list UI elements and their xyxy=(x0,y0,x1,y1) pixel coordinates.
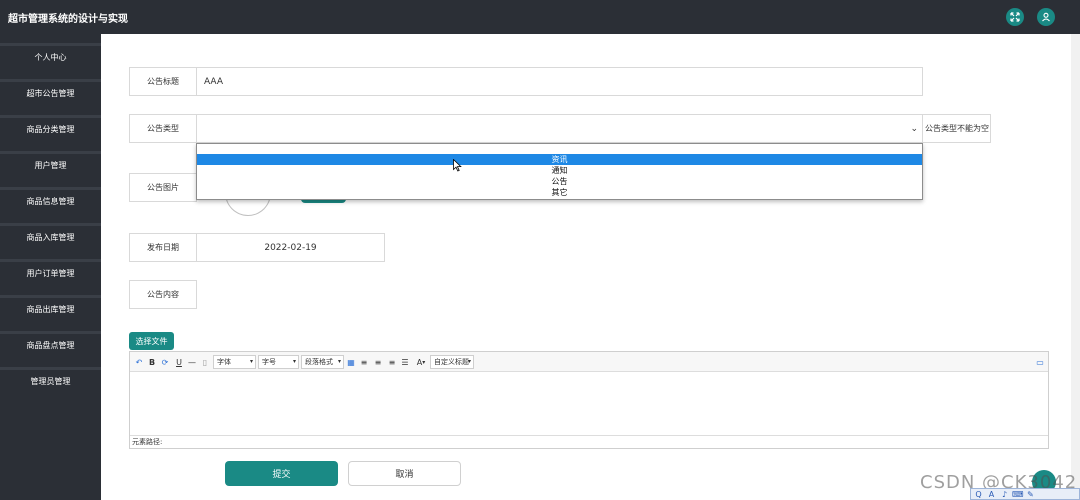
ime-keyboard-icon[interactable]: ⌨ xyxy=(1012,490,1024,499)
caret-down-icon: ▾ xyxy=(292,358,296,365)
type-label: 公告类型 xyxy=(129,114,197,143)
fullscreen-editor-icon[interactable]: ▭ xyxy=(1035,355,1045,369)
sidebar-item-notices[interactable]: 超市公告管理 xyxy=(0,79,101,105)
sidebar-item-users[interactable]: 用户管理 xyxy=(0,151,101,177)
sidebar-item-label: 管理员管理 xyxy=(30,377,71,386)
font-family-value: 字体 xyxy=(217,358,231,366)
align-right-icon[interactable]: ≡ xyxy=(387,355,397,369)
custom-title-select[interactable]: 自定义标题 ▾ xyxy=(430,355,474,369)
element-path-label: 元素路径: xyxy=(132,438,163,446)
align-justify-icon[interactable]: ☰ xyxy=(400,355,410,369)
mouse-cursor-icon xyxy=(453,159,462,172)
sidebar-item-stock-in[interactable]: 商品入库管理 xyxy=(0,223,101,249)
horizontal-rule-icon[interactable]: — xyxy=(187,355,197,369)
type-option-news[interactable]: 资讯 xyxy=(197,154,922,165)
rich-text-editor: ↶ B ⟳ U — ▯ 字体 ▾ 字号 ▾ 段落格式 ▾ ▦ ≡ ≡ ≡ ☰ A ▾ 自… xyxy=(129,351,1049,449)
font-size-value: 字号 xyxy=(262,358,276,366)
custom-title-value: 自定义标题 xyxy=(434,358,469,366)
content-label: 公告内容 xyxy=(129,280,197,309)
type-option-other[interactable]: 其它 xyxy=(197,187,922,198)
caret-down-icon: ▾ xyxy=(337,358,341,365)
type-error-message: 公告类型不能为空 xyxy=(922,114,991,143)
fullscreen-icon[interactable] xyxy=(1006,8,1024,26)
date-label: 发布日期 xyxy=(129,233,197,262)
cancel-button[interactable]: 取消 xyxy=(348,461,461,486)
sidebar-item-label: 商品分类管理 xyxy=(26,125,75,134)
sidebar-item-categories[interactable]: 商品分类管理 xyxy=(0,115,101,141)
type-option-notice[interactable]: 通知 xyxy=(197,165,922,176)
ime-mode-icon[interactable]: A xyxy=(986,490,997,499)
page-scrollbar[interactable] xyxy=(1071,34,1080,500)
sidebar-item-orders[interactable]: 用户订单管理 xyxy=(0,259,101,285)
ime-voice-icon[interactable]: ♪ xyxy=(999,490,1010,499)
paragraph-select[interactable]: 段落格式 ▾ xyxy=(301,355,344,369)
type-dropdown-list: 资讯 通知 公告 其它 xyxy=(196,143,923,200)
date-input[interactable]: 2022-02-19 xyxy=(196,233,385,262)
caret-down-icon: ▾ xyxy=(422,358,426,366)
caret-down-icon: ▾ xyxy=(249,358,253,365)
ime-search-icon[interactable]: Q xyxy=(973,490,984,499)
paragraph-value: 段落格式 xyxy=(305,358,333,366)
title-input[interactable]: AAA xyxy=(196,67,923,96)
element-path-bar: 元素路径: xyxy=(130,435,1048,448)
table-icon[interactable]: ▦ xyxy=(346,355,356,369)
sidebar-item-label: 商品信息管理 xyxy=(26,197,75,206)
ime-toolbar: Q A ♪ ⌨ ✎ xyxy=(970,488,1080,500)
font-size-select[interactable]: 字号 ▾ xyxy=(258,355,299,369)
title-label: 公告标题 xyxy=(129,67,197,96)
date-input-value: 2022-02-19 xyxy=(264,242,317,253)
sidebar-item-label: 商品盘点管理 xyxy=(26,341,75,350)
sidebar-item-profile[interactable]: 个人中心 xyxy=(0,43,101,69)
sidebar-item-admins[interactable]: 管理员管理 xyxy=(0,367,101,393)
undo-icon[interactable]: ↶ xyxy=(134,355,144,369)
top-bar: 超市管理系统的设计与实现 xyxy=(0,0,1080,34)
ime-handwrite-icon[interactable]: ✎ xyxy=(1025,490,1036,499)
editor-content-area[interactable] xyxy=(130,372,1048,434)
document-icon[interactable]: ▯ xyxy=(200,355,210,369)
editor-toolbar: ↶ B ⟳ U — ▯ 字体 ▾ 字号 ▾ 段落格式 ▾ ▦ ≡ ≡ ≡ ☰ A ▾ 自… xyxy=(130,352,1048,372)
sidebar-item-label: 用户管理 xyxy=(34,161,67,170)
format-painter-icon[interactable]: ⟳ xyxy=(160,355,170,369)
font-family-select[interactable]: 字体 ▾ xyxy=(213,355,256,369)
title-input-value: AAA xyxy=(204,76,223,87)
bold-button[interactable]: B xyxy=(147,355,157,369)
font-color-button[interactable]: A ▾ xyxy=(414,355,428,369)
sidebar-item-label: 超市公告管理 xyxy=(26,89,75,98)
submit-button[interactable]: 提交 xyxy=(225,461,338,486)
type-option-announcement[interactable]: 公告 xyxy=(197,176,922,187)
sidebar-item-label: 个人中心 xyxy=(34,53,67,62)
align-left-icon[interactable]: ≡ xyxy=(359,355,369,369)
sidebar-item-stock-out[interactable]: 商品出库管理 xyxy=(0,295,101,321)
sidebar-item-label: 商品入库管理 xyxy=(26,233,75,242)
sidebar-item-inventory[interactable]: 商品盘点管理 xyxy=(0,331,101,357)
user-icon[interactable] xyxy=(1037,8,1055,26)
chevron-down-icon: ⌄ xyxy=(910,124,918,134)
sidebar-item-products[interactable]: 商品信息管理 xyxy=(0,187,101,213)
sidebar-item-label: 商品出库管理 xyxy=(26,305,75,314)
align-center-icon[interactable]: ≡ xyxy=(373,355,383,369)
underline-button[interactable]: U xyxy=(174,355,184,369)
image-label: 公告图片 xyxy=(129,173,197,202)
caret-down-icon: ▾ xyxy=(467,358,471,365)
app-title: 超市管理系统的设计与实现 xyxy=(8,14,128,25)
sidebar: 个人中心 超市公告管理 商品分类管理 用户管理 商品信息管理 商品入库管理 用户… xyxy=(0,34,101,500)
sidebar-item-label: 用户订单管理 xyxy=(26,269,75,278)
choose-file-button[interactable]: 选择文件 xyxy=(129,332,174,350)
type-select[interactable]: ⌄ xyxy=(196,114,923,143)
